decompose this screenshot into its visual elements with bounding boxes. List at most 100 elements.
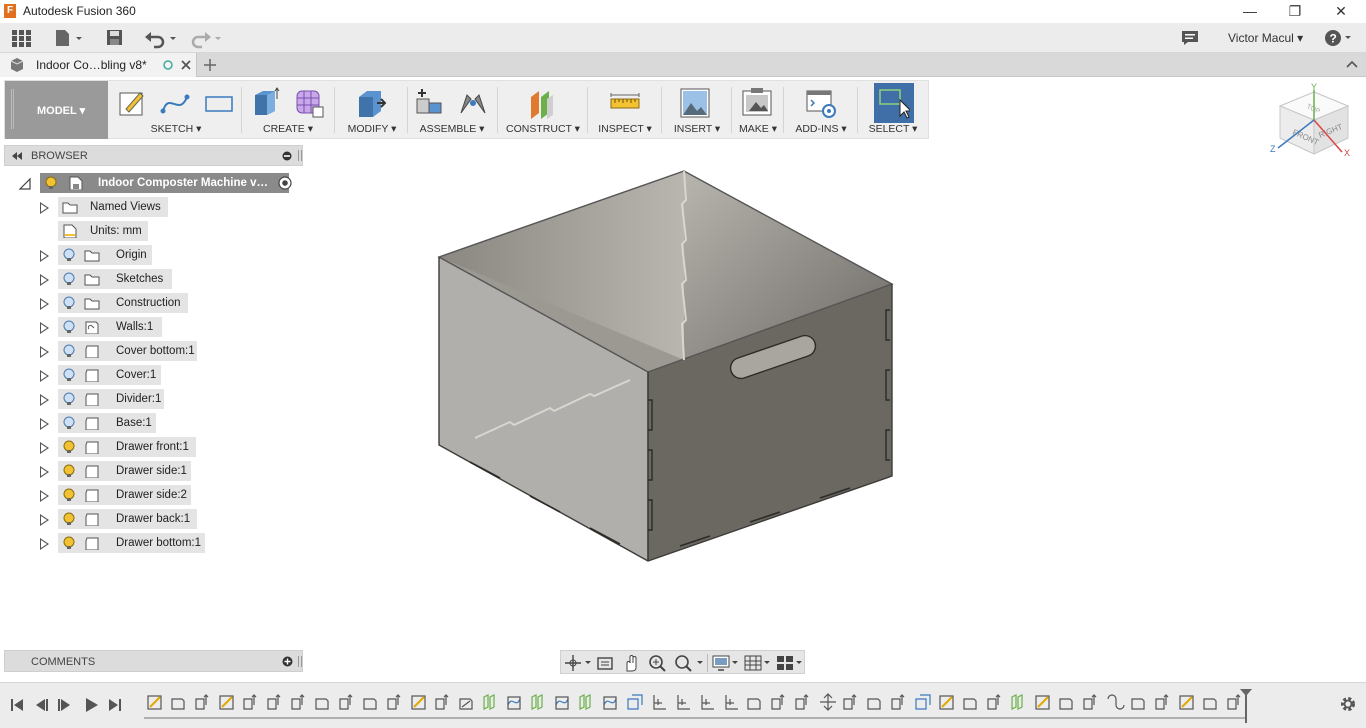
align-feature-icon[interactable] <box>653 695 666 710</box>
user-menu[interactable]: Victor Macul ▾ <box>1228 31 1303 45</box>
fit-zoom-icon[interactable] <box>673 653 705 673</box>
browser-options-icon[interactable] <box>282 151 292 161</box>
select-group[interactable]: SELECT ▾ <box>863 81 923 139</box>
collapsed-arrow-icon[interactable] <box>40 466 49 478</box>
collapse-toolbar-icon[interactable] <box>1345 58 1359 70</box>
extrude-feature-icon[interactable] <box>435 694 449 710</box>
construct-group[interactable]: CONSTRUCT ▾ <box>501 81 585 139</box>
insert-menu-label[interactable]: INSERT ▾ <box>665 123 729 135</box>
make-menu-label[interactable]: MAKE ▾ <box>735 123 781 135</box>
grid-settings-icon[interactable] <box>743 653 773 673</box>
panel-grip-icon[interactable] <box>298 150 302 161</box>
visibility-bulb-icon[interactable] <box>62 296 76 310</box>
align-feature-icon[interactable] <box>677 695 690 710</box>
collapsed-arrow-icon[interactable] <box>40 394 49 406</box>
modify-menu-label[interactable]: MODIFY ▾ <box>339 123 405 135</box>
collapsed-arrow-icon[interactable] <box>40 202 49 214</box>
extrude-feature-icon[interactable] <box>771 694 785 710</box>
collapsed-arrow-icon[interactable] <box>40 514 49 526</box>
add-ins-menu-label[interactable]: ADD-INS ▾ <box>787 123 855 135</box>
play-icon[interactable] <box>82 696 100 714</box>
save-icon[interactable] <box>106 29 124 51</box>
line-spline-icon[interactable] <box>159 87 191 119</box>
tree-node-drawer-back[interactable]: Drawer back:1 <box>38 509 208 529</box>
scripts-addins-icon[interactable] <box>805 87 837 119</box>
orbit-icon[interactable] <box>563 653 593 673</box>
tree-node-named-views[interactable]: Named Views <box>38 197 178 217</box>
component-feature-icon[interactable] <box>747 698 761 710</box>
timeline-features[interactable] <box>144 691 1244 715</box>
visibility-bulb-icon[interactable] <box>62 368 76 382</box>
component-feature-icon[interactable] <box>867 698 881 710</box>
visibility-bulb-icon[interactable] <box>62 392 76 406</box>
select-menu-label[interactable]: SELECT ▾ <box>863 123 923 135</box>
tree-node-drawer-front[interactable]: Drawer front:1 <box>38 437 208 457</box>
extrude-feature-icon[interactable] <box>339 694 353 710</box>
add-ins-group[interactable]: ADD-INS ▾ <box>787 81 855 139</box>
visibility-bulb-icon[interactable] <box>62 416 76 430</box>
plane-feature-icon[interactable] <box>1011 694 1023 710</box>
close-button[interactable]: ✕ <box>1318 0 1364 23</box>
component-feature-icon[interactable] <box>315 698 329 710</box>
collapsed-arrow-icon[interactable] <box>40 442 49 454</box>
select-cursor-icon[interactable] <box>878 88 910 120</box>
plane-feature-icon[interactable] <box>531 694 543 710</box>
create-menu-label[interactable]: CREATE ▾ <box>245 123 331 135</box>
comment-icon[interactable] <box>1181 30 1199 52</box>
app-grid-icon[interactable] <box>10 28 32 50</box>
pattern-feature-icon[interactable] <box>915 694 931 710</box>
component-feature-icon[interactable] <box>1059 698 1073 710</box>
collapsed-arrow-icon[interactable] <box>40 370 49 382</box>
joint-icon[interactable] <box>457 87 489 119</box>
tree-node-units[interactable]: Units: mm <box>38 221 158 241</box>
press-pull-icon[interactable] <box>355 87 387 119</box>
step-back-icon[interactable] <box>32 696 50 714</box>
extrude-feature-icon[interactable] <box>843 694 857 710</box>
measure-icon[interactable] <box>609 87 641 119</box>
tree-node-drawer-side-1[interactable]: Drawer side:1 <box>38 461 208 481</box>
visibility-bulb-icon[interactable] <box>62 272 76 286</box>
spline-feature-icon[interactable] <box>507 698 521 706</box>
panel-grip-icon[interactable] <box>298 656 302 667</box>
extrude-feature-icon[interactable] <box>891 694 905 710</box>
collapsed-arrow-icon[interactable] <box>40 490 49 502</box>
pattern-feature-icon[interactable] <box>627 694 643 710</box>
workspace-switcher[interactable]: MODEL ▾ <box>5 81 108 139</box>
expanded-arrow-icon[interactable] <box>18 177 32 191</box>
help-icon[interactable]: ? <box>1324 29 1354 51</box>
modify-group[interactable]: MODIFY ▾ <box>339 81 405 139</box>
insert-group[interactable]: INSERT ▾ <box>665 81 729 139</box>
extrude-feature-icon[interactable] <box>387 694 401 710</box>
spline-feature-icon[interactable] <box>555 698 569 706</box>
align-feature-icon[interactable] <box>725 695 738 710</box>
visibility-bulb-icon[interactable] <box>62 248 76 262</box>
plane-feature-icon[interactable] <box>579 694 591 710</box>
extrude-feature-icon[interactable] <box>987 694 1001 710</box>
visibility-bulb-icon[interactable] <box>62 440 76 454</box>
visibility-bulb-icon[interactable] <box>44 176 58 190</box>
document-tab[interactable]: Indoor Co…bling v8* <box>0 53 197 77</box>
sketch-menu-label[interactable]: SKETCH ▾ <box>113 123 239 135</box>
spline-feature-icon[interactable] <box>603 698 617 706</box>
tree-node-origin[interactable]: Origin <box>38 245 158 265</box>
comments-panel-header[interactable]: COMMENTS <box>4 650 303 672</box>
component-feature-icon[interactable] <box>1131 698 1145 710</box>
inspect-group[interactable]: INSPECT ▾ <box>591 81 659 139</box>
collapsed-arrow-icon[interactable] <box>40 274 49 286</box>
step-forward-icon[interactable] <box>56 696 74 714</box>
extrude-feature-icon[interactable] <box>243 694 257 710</box>
go-to-end-icon[interactable] <box>106 696 124 714</box>
visibility-bulb-icon[interactable] <box>62 344 76 358</box>
tree-node-cover[interactable]: Cover:1 <box>38 365 168 385</box>
extrude-feature-icon[interactable] <box>267 694 281 710</box>
form-icon[interactable] <box>293 87 325 119</box>
inspect-menu-label[interactable]: INSPECT ▾ <box>591 123 659 135</box>
visibility-bulb-icon[interactable] <box>62 320 76 334</box>
activate-component-icon[interactable] <box>278 176 292 190</box>
visibility-bulb-icon[interactable] <box>62 536 76 550</box>
undo-icon[interactable] <box>144 29 180 51</box>
sketch-group[interactable]: SKETCH ▾ <box>113 81 239 139</box>
new-tab-icon[interactable] <box>203 58 217 72</box>
browser-root-node[interactable]: Indoor Composter Machine v… <box>18 173 300 193</box>
timeline-marker-icon[interactable] <box>1238 687 1254 725</box>
